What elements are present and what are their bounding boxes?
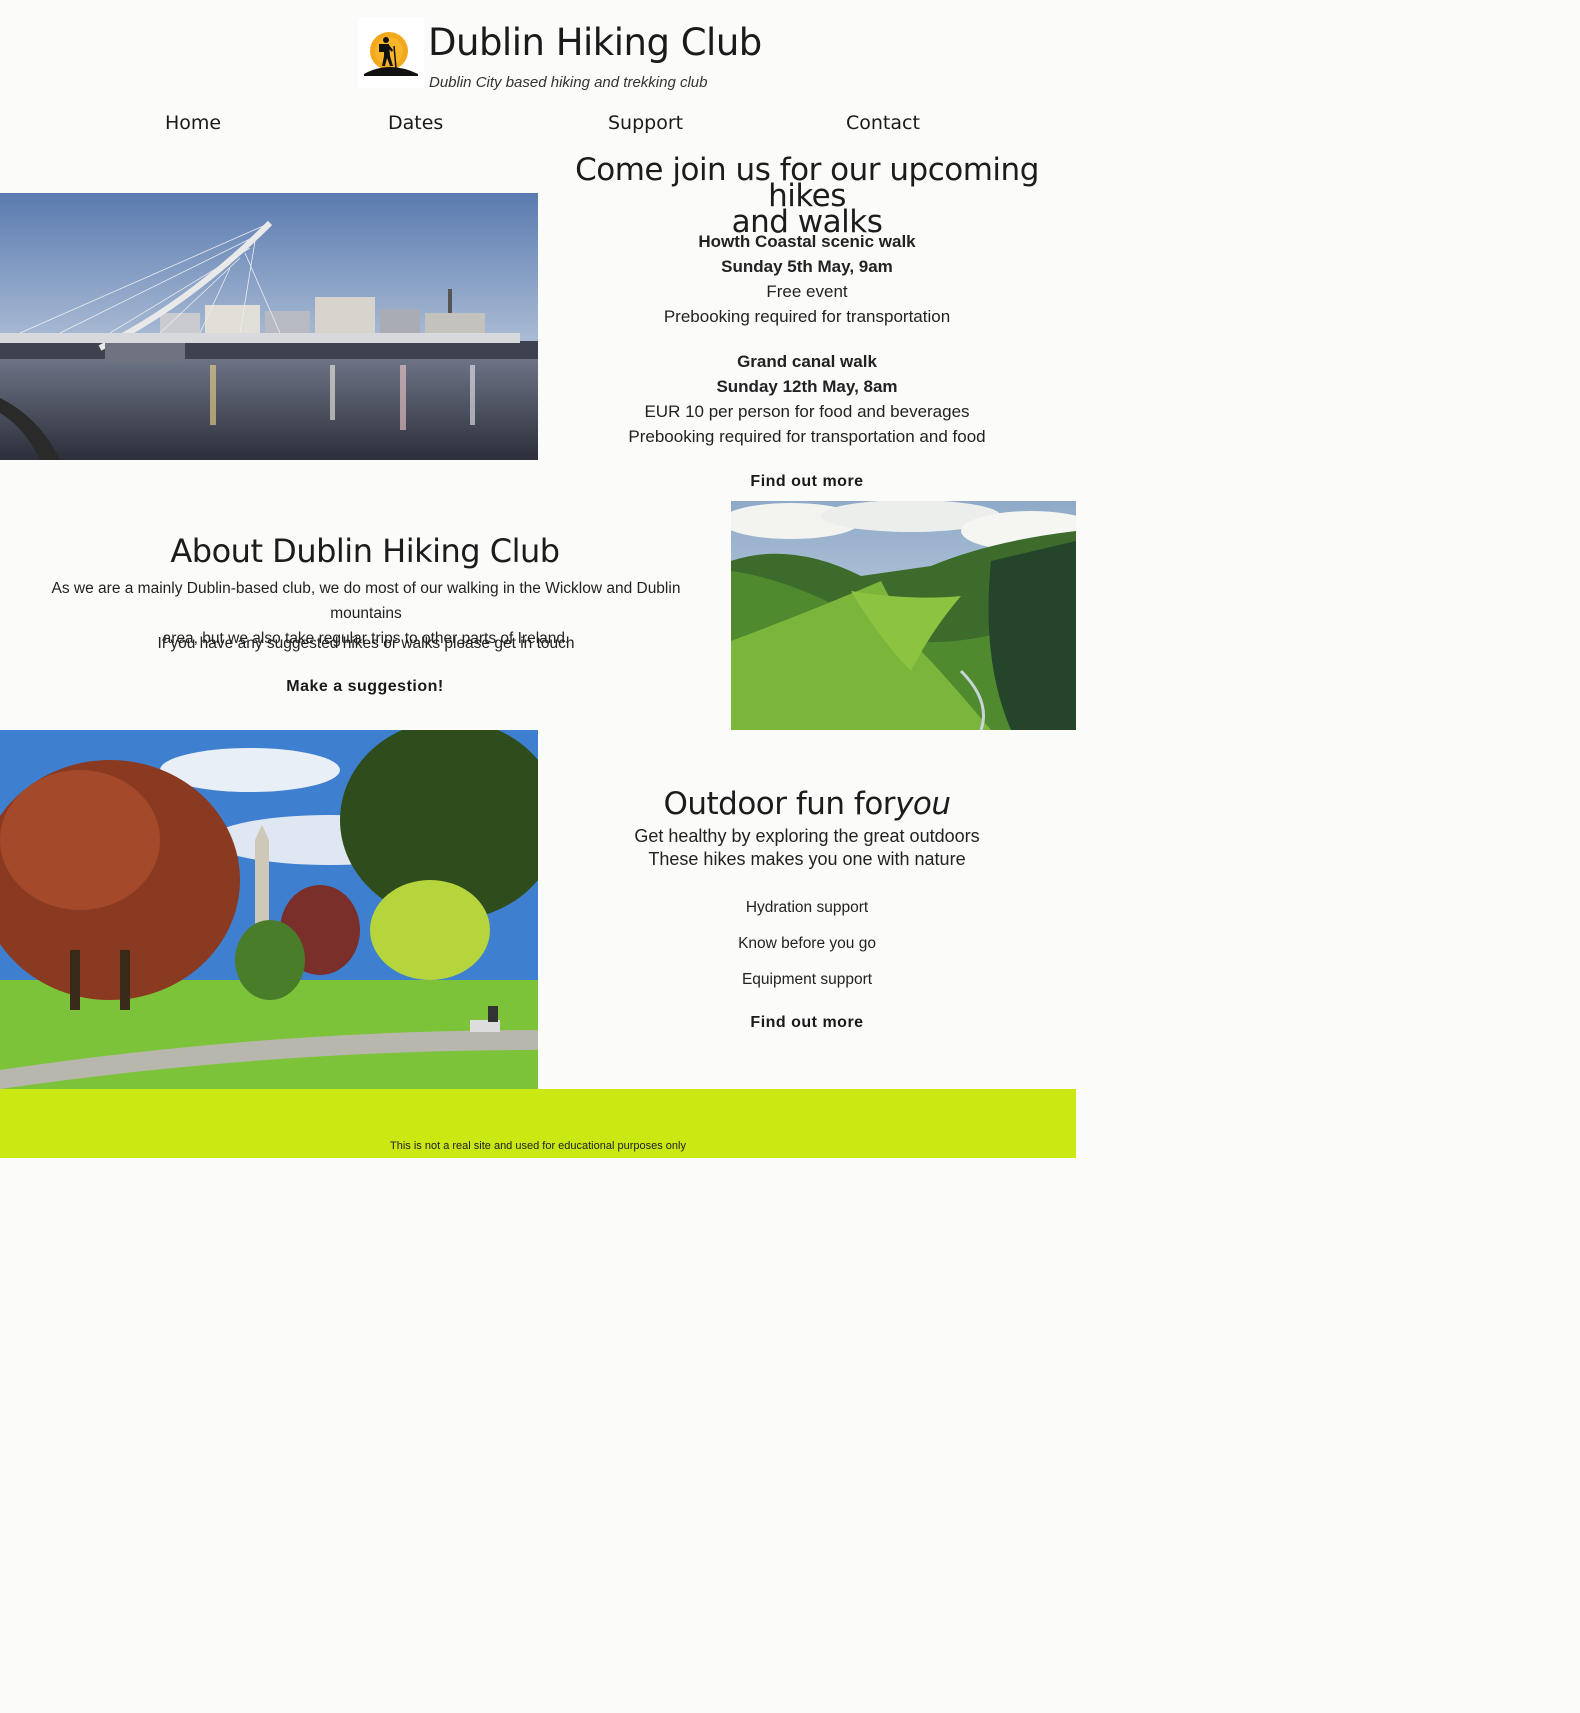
footer-disclaimer: This is not a real site and used for edu… bbox=[390, 1140, 686, 1152]
about-heading: About Dublin Hiking Club bbox=[170, 532, 560, 570]
feature-equipment: Equipment support bbox=[741, 971, 873, 988]
valley-photo bbox=[731, 501, 1076, 730]
event-note: Prebooking required for transportation a… bbox=[628, 427, 986, 446]
outdoor-heading-text: Outdoor fun for bbox=[663, 786, 896, 822]
event-name: Grand canal walk bbox=[737, 352, 877, 371]
outdoor-heading: Outdoor fun foryou bbox=[538, 786, 1076, 822]
site-tagline: Dublin City based hiking and trekking cl… bbox=[429, 74, 708, 91]
find-out-more-button-events[interactable]: Find out more bbox=[707, 473, 907, 491]
outdoor-heading-emphasis: you bbox=[895, 786, 951, 822]
event-note: Prebooking required for transportation bbox=[663, 307, 951, 326]
park-photo bbox=[0, 730, 538, 1089]
nav-home[interactable]: Home bbox=[165, 112, 221, 134]
about-suggest-text: If you have any suggested hikes or walks… bbox=[157, 635, 575, 652]
make-suggestion-button[interactable]: Make a suggestion! bbox=[265, 678, 465, 696]
event-howth: Howth Coastal scenic walk Sunday 5th May… bbox=[560, 229, 1054, 329]
outdoor-subtitle-2: These hikes makes you one with nature bbox=[648, 849, 966, 869]
event-grand-canal: Grand canal walk Sunday 12th May, 8am EU… bbox=[560, 349, 1054, 449]
nav-contact[interactable]: Contact bbox=[846, 112, 920, 134]
event-price: EUR 10 per person for food and beverages bbox=[644, 402, 970, 421]
event-name: Howth Coastal scenic walk bbox=[698, 232, 916, 251]
event-date: Sunday 5th May, 9am bbox=[721, 257, 893, 276]
feature-hydration: Hydration support bbox=[745, 899, 869, 916]
upcoming-heading: Come join us for our upcoming hikes and … bbox=[538, 155, 1076, 238]
event-price: Free event bbox=[766, 282, 848, 301]
event-date: Sunday 12th May, 8am bbox=[716, 377, 898, 396]
site-logo[interactable] bbox=[358, 18, 424, 88]
outdoor-subtitle-1: Get healthy by exploring the great outdo… bbox=[634, 826, 980, 846]
nav-dates[interactable]: Dates bbox=[388, 112, 443, 134]
bridge-photo bbox=[0, 193, 538, 460]
footer: This is not a real site and used for edu… bbox=[0, 1089, 1076, 1158]
find-out-more-button-outdoor[interactable]: Find out more bbox=[707, 1014, 907, 1032]
site-title: Dublin Hiking Club bbox=[428, 21, 762, 64]
feature-know-before: Know before you go bbox=[738, 935, 876, 952]
nav-support[interactable]: Support bbox=[608, 112, 683, 134]
about-paragraph-line1: As we are a mainly Dublin-based club, we… bbox=[51, 580, 681, 622]
hiker-sun-logo-icon bbox=[358, 18, 424, 88]
